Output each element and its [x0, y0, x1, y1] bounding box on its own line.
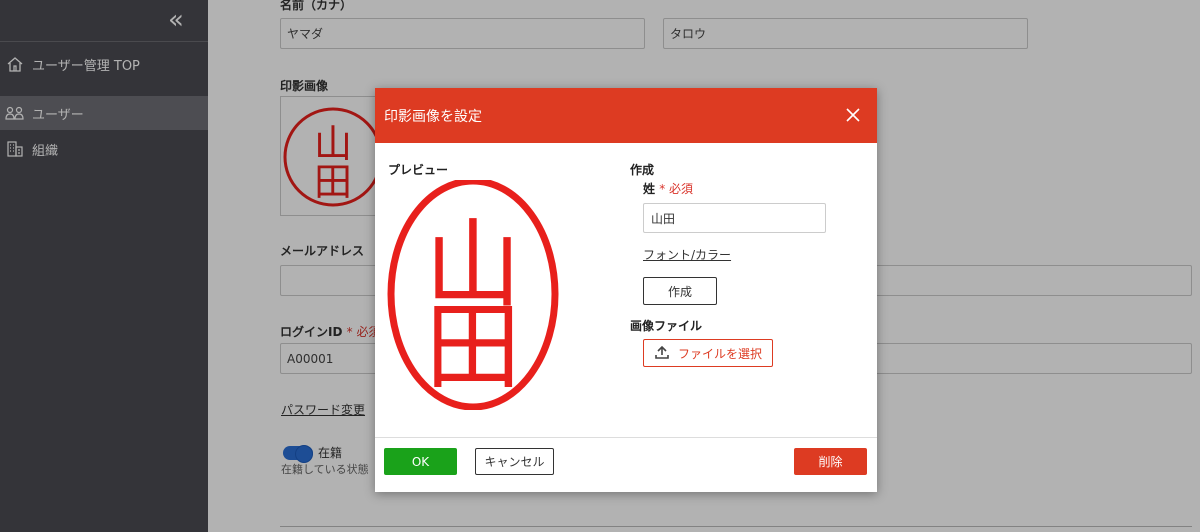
stamp-settings-modal: 印影画像を設定 プレビュー 山 田 作成 姓 * 必須 山田 フォント/カラー …	[375, 88, 877, 492]
image-file-section-label: 画像ファイル	[630, 319, 703, 333]
modal-footer-divider	[375, 437, 877, 438]
preview-stamp-text-bottom: 田	[425, 291, 521, 403]
stamp-preview: 山 田	[386, 177, 564, 411]
font-color-link[interactable]: フォント/カラー	[643, 246, 731, 263]
close-icon[interactable]	[843, 105, 863, 125]
create-button[interactable]: 作成	[643, 277, 717, 305]
select-file-button[interactable]: ファイルを選択	[643, 339, 773, 367]
surname-input[interactable]: 山田	[643, 203, 826, 233]
surname-label-text: 姓	[643, 182, 656, 196]
delete-button[interactable]: 削除	[794, 448, 867, 475]
modal-title: 印影画像を設定	[384, 108, 482, 125]
ok-button[interactable]: OK	[384, 448, 457, 475]
preview-label: プレビュー	[388, 163, 449, 177]
required-marker: * 必須	[659, 182, 694, 196]
modal-header: 印影画像を設定	[375, 88, 877, 143]
upload-icon	[654, 344, 670, 363]
surname-label: 姓 * 必須	[643, 180, 693, 197]
cancel-button[interactable]: キャンセル	[475, 448, 554, 475]
create-section-label: 作成	[630, 163, 655, 177]
select-file-label: ファイルを選択	[677, 346, 762, 361]
